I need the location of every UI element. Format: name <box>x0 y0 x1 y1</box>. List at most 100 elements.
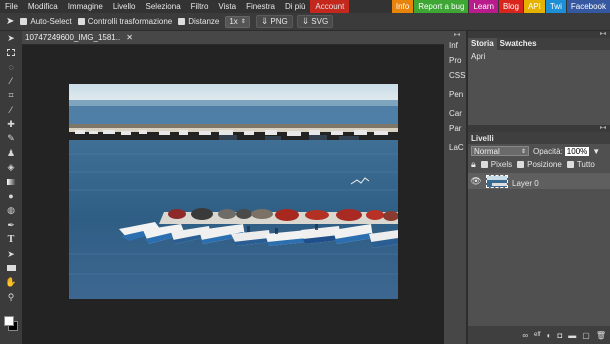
menu-finestra[interactable]: Finestra <box>241 0 280 13</box>
auto-select-label: Auto-Select <box>30 17 72 26</box>
export-svg-label: SVG <box>311 17 329 26</box>
menu-filtro[interactable]: Filtro <box>186 0 214 13</box>
tools-panel: ➤ ◌ ⁄ ⌗ ⁄ ✚ ✎ ♟ ◈ ● ◍ ✒ T ➤ ✋ ⚲ <box>0 31 22 344</box>
crop-tool-icon[interactable]: ⌗ <box>0 89 22 103</box>
lock-pixels-label: Pixels <box>490 160 513 169</box>
side-tab-brush[interactable]: Pen <box>446 87 466 102</box>
side-panel-tabs: Inf Pro CSS Pen Car Par LaC <box>446 38 466 344</box>
menu-di-piu[interactable]: Di più <box>280 0 310 13</box>
export-svg-button[interactable]: ⇓ SVG <box>296 15 334 28</box>
move-tool-icon[interactable]: ➤ <box>0 31 22 45</box>
new-layer-icon[interactable]: ▢ <box>582 331 590 340</box>
side-tab-paragraph[interactable]: Par <box>446 121 466 136</box>
visibility-eye-icon[interactable]: 👁︎ <box>468 176 484 187</box>
collapse-arrows-icon[interactable]: ▸◂ <box>468 31 610 38</box>
updown-icon: ⇕ <box>240 18 246 25</box>
pen-tool-icon[interactable]: ✒ <box>0 218 22 232</box>
foreground-color-swatch[interactable] <box>4 316 14 326</box>
clone-stamp-tool-icon[interactable]: ♟ <box>0 146 22 160</box>
healing-tool-icon[interactable]: ✚ <box>0 117 22 131</box>
link-twitter[interactable]: Twi <box>545 0 566 13</box>
lock-all-checkbox[interactable]: Tutto <box>566 160 595 169</box>
checkbox-box <box>480 161 488 168</box>
checkbox-box <box>20 18 28 25</box>
link-blog[interactable]: Blog <box>498 0 523 13</box>
adjustment-layer-icon[interactable]: ◐ <box>547 331 552 340</box>
gradient-tool-icon[interactable] <box>0 175 22 189</box>
menu-immagine[interactable]: Immagine <box>63 0 108 13</box>
history-item[interactable]: Apri <box>471 52 607 61</box>
zoom-tool-icon[interactable]: ⚲ <box>0 290 22 304</box>
checkbox-box <box>77 18 85 25</box>
blur-tool-icon[interactable]: ● <box>0 189 22 203</box>
export-png-label: PNG <box>270 17 288 26</box>
link-learn[interactable]: Learn <box>469 0 498 13</box>
opacity-input[interactable]: 100% <box>564 146 590 156</box>
layer-effects-icon[interactable]: eff <box>534 332 541 338</box>
lock-position-label: Posizione <box>527 160 562 169</box>
download-icon: ⇓ <box>301 16 310 26</box>
export-png-button[interactable]: ⇓ PNG <box>255 15 293 28</box>
link-layers-icon[interactable]: ∞ <box>522 331 528 340</box>
marquee-tool-icon[interactable] <box>0 45 22 59</box>
shape-tool-icon[interactable] <box>0 261 22 275</box>
menu-modifica[interactable]: Modifica <box>23 0 63 13</box>
document-tab[interactable]: 10747249600_IMG_1581.. ✕ <box>22 31 133 44</box>
distances-checkbox[interactable]: Distanze <box>178 17 219 26</box>
link-report-bug[interactable]: Report a bug <box>414 0 469 13</box>
lasso-tool-icon[interactable]: ◌ <box>0 60 22 74</box>
tab-swatches[interactable]: Swatches <box>497 38 540 50</box>
transform-controls-checkbox[interactable]: Controlli trasformazione <box>77 17 173 26</box>
lock-icon: 🔒︎ <box>471 159 476 169</box>
mask-icon[interactable]: ◘ <box>557 331 562 340</box>
zoom-select[interactable]: 1x ⇕ <box>225 15 250 28</box>
brush-tool-icon[interactable]: ✎ <box>0 132 22 146</box>
menu-vista[interactable]: Vista <box>213 0 241 13</box>
document-title: 10747249600_IMG_1581.. <box>25 33 121 42</box>
layers-options: Normal ⇕ Opacità: 100% ▼ <box>468 144 610 158</box>
path-select-tool-icon[interactable]: ➤ <box>0 247 22 261</box>
menu-account[interactable]: Account <box>310 0 350 13</box>
checkbox-box <box>517 161 525 168</box>
close-icon[interactable]: ✕ <box>126 33 133 42</box>
layer-row[interactable]: 👁︎ Layer 0 <box>468 173 610 189</box>
opacity-dropdown-icon[interactable]: ▼ <box>592 147 600 156</box>
eyedropper-tool-icon[interactable]: ⁄ <box>0 103 22 117</box>
move-tool-icon: ➤ <box>6 16 15 27</box>
download-icon: ⇓ <box>260 16 269 26</box>
link-info[interactable]: Info <box>391 0 414 13</box>
lock-all-label: Tutto <box>576 160 595 169</box>
options-bar: ➤ Auto-Select Controlli trasformazione D… <box>0 13 610 31</box>
opacity-label: Opacità: <box>533 146 563 156</box>
hand-tool-icon[interactable]: ✋ <box>0 276 22 290</box>
menu-file[interactable]: File <box>0 0 23 13</box>
side-tab-properties[interactable]: Pro <box>446 53 466 68</box>
layers-panel-title: Livelli <box>468 132 610 144</box>
tab-storia[interactable]: Storia <box>468 38 497 50</box>
link-api[interactable]: API <box>523 0 545 13</box>
link-facebook[interactable]: Facebook <box>566 0 610 13</box>
menu-livello[interactable]: Livello <box>108 0 141 13</box>
lock-pixels-checkbox[interactable]: Pixels <box>480 160 513 169</box>
zoom-value: 1x <box>229 16 238 26</box>
transform-controls-label: Controlli trasformazione <box>87 17 173 26</box>
blend-mode-select[interactable]: Normal ⇕ <box>471 146 529 156</box>
text-tool-icon[interactable]: T <box>0 232 22 246</box>
side-tab-info[interactable]: Inf <box>446 38 466 53</box>
auto-select-checkbox[interactable]: Auto-Select <box>20 17 72 26</box>
distances-label: Distanze <box>188 17 220 26</box>
lock-position-checkbox[interactable]: Posizione <box>517 160 562 169</box>
side-tab-css[interactable]: CSS <box>446 68 466 83</box>
sponge-tool-icon[interactable]: ◍ <box>0 204 22 218</box>
magic-wand-tool-icon[interactable]: ⁄ <box>0 74 22 88</box>
blend-mode-value: Normal <box>474 146 500 156</box>
collapse-arrows-icon[interactable]: ▸◂ <box>468 125 610 132</box>
delete-layer-icon[interactable]: 🗑︎ <box>596 331 606 340</box>
menu-seleziona[interactable]: Seleziona <box>141 0 186 13</box>
history-tabs: Storia Swatches <box>468 38 610 50</box>
new-group-icon[interactable]: ▬ <box>568 331 576 340</box>
eraser-tool-icon[interactable]: ◈ <box>0 161 22 175</box>
canvas-image[interactable] <box>69 84 398 299</box>
side-tab-character[interactable]: Car <box>446 106 466 121</box>
side-tab-layer-comps[interactable]: LaC <box>446 140 466 155</box>
